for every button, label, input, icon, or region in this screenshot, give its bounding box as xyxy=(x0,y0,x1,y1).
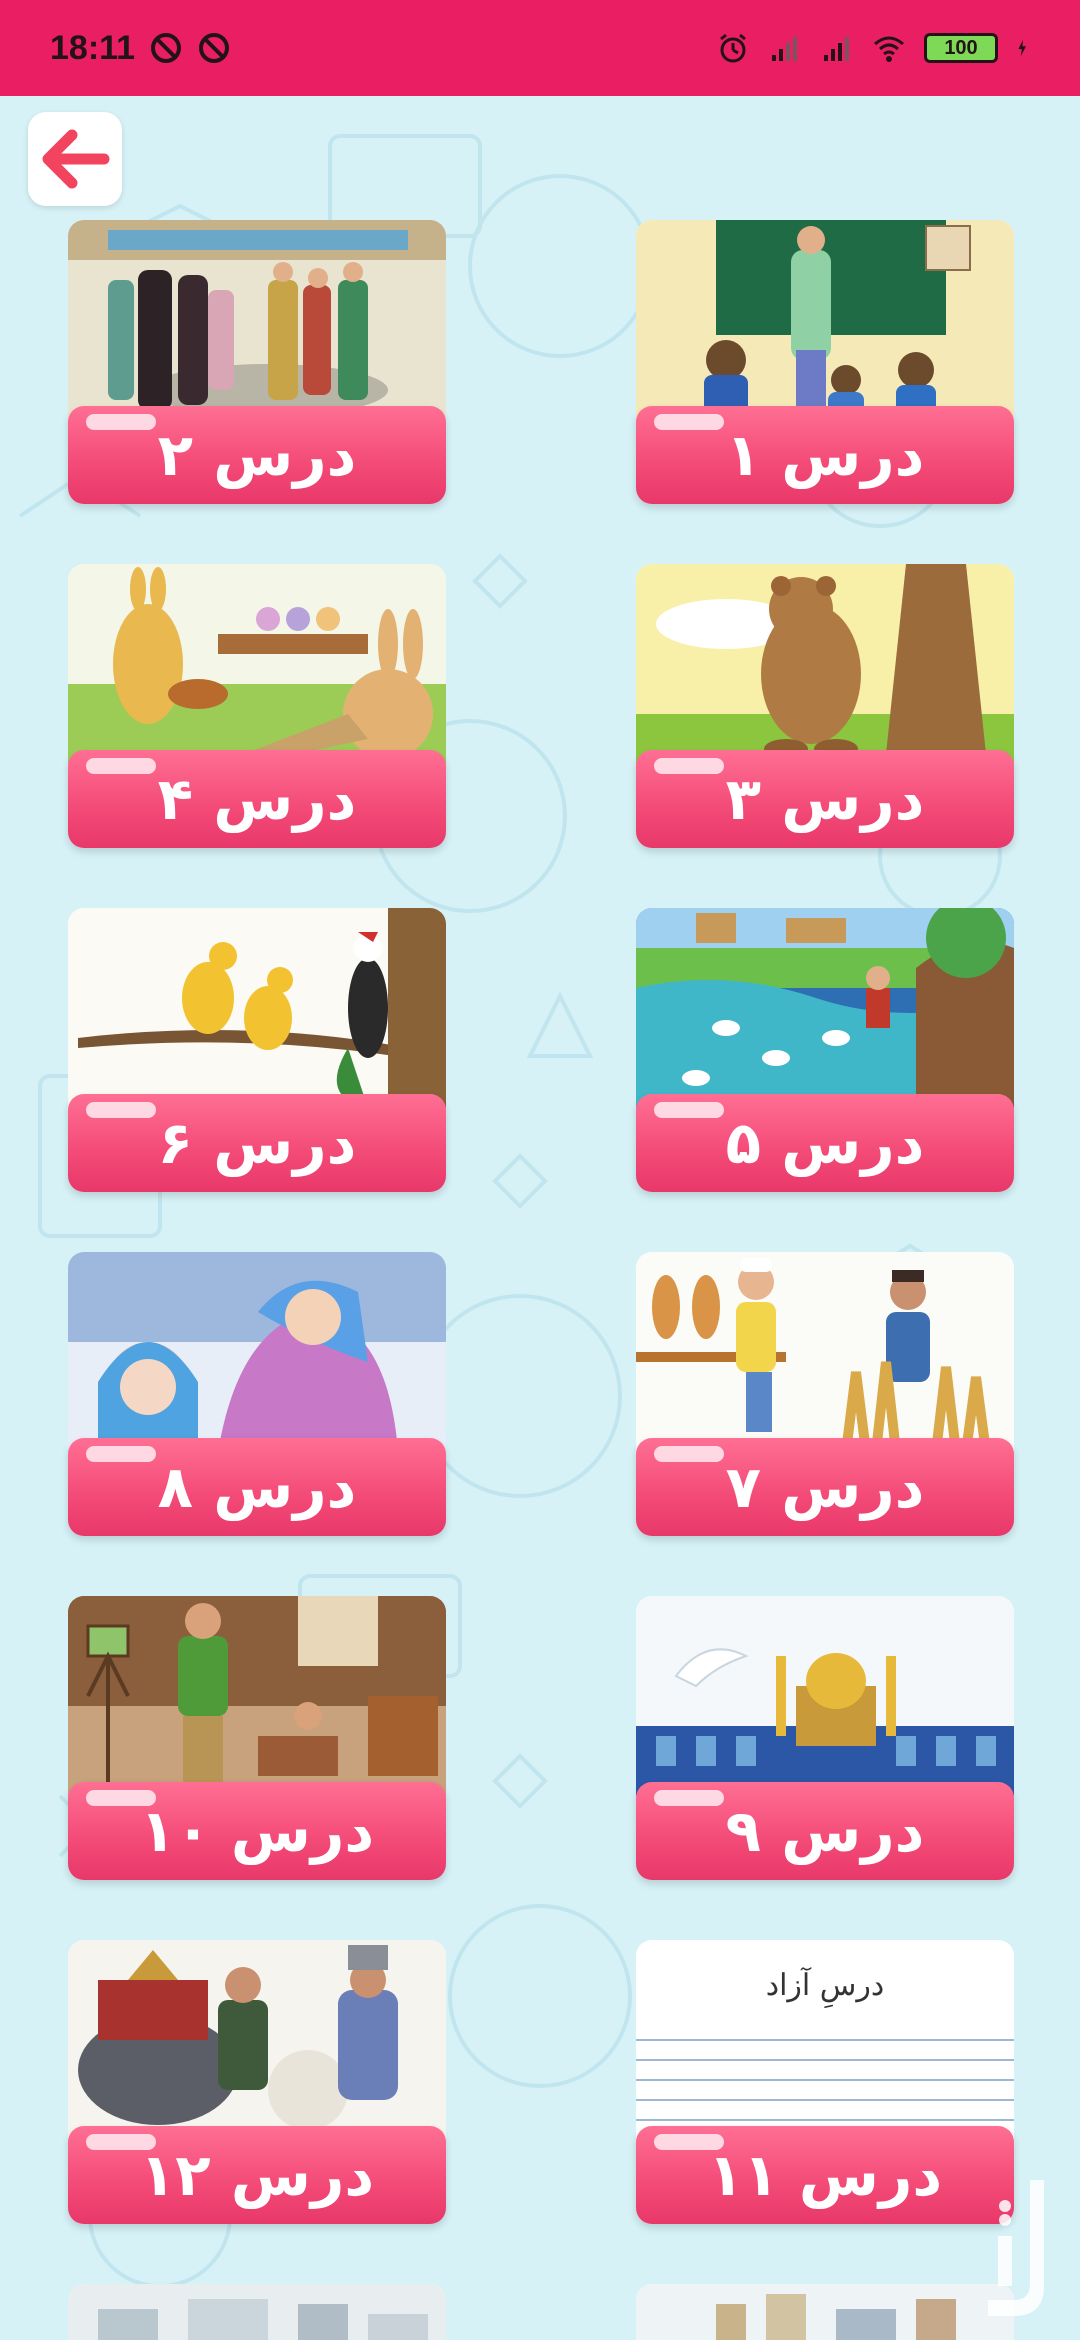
lesson-label-card: درس ۶ xyxy=(68,1094,446,1192)
lesson-card-1[interactable]: درس ۱ xyxy=(636,220,1014,508)
lesson-image xyxy=(68,2284,446,2340)
wifi-icon xyxy=(874,36,904,62)
lesson-label: درس ۱۱ xyxy=(707,2141,943,2209)
lesson-card-2[interactable]: درس ۲ xyxy=(68,220,446,508)
lesson-image xyxy=(68,1596,446,1796)
lesson-image xyxy=(68,564,446,764)
lesson-image xyxy=(68,220,446,420)
alarm-icon xyxy=(720,33,746,63)
no-disturb-icon xyxy=(199,33,230,63)
lesson-label: درس ۸ xyxy=(157,1453,357,1521)
no-disturb-icon xyxy=(151,33,182,63)
lesson-card-3[interactable]: درس ۳ xyxy=(636,564,1014,852)
back-arrow-icon xyxy=(42,129,110,189)
lesson-label: درس ۲ xyxy=(157,421,357,489)
lesson-label-card: درس ۹ xyxy=(636,1782,1014,1880)
lesson-label: درس ۶ xyxy=(157,1109,357,1177)
lesson-label-card: درس ۳ xyxy=(636,750,1014,848)
lesson-label-card: درس ۷ xyxy=(636,1438,1014,1536)
signal-icon xyxy=(772,37,797,61)
lesson-card-6[interactable]: درس ۶ xyxy=(68,908,446,1196)
battery-icon: 100 xyxy=(924,33,998,63)
lesson-card-9[interactable]: درس ۹ xyxy=(636,1596,1014,1884)
lesson-card-partial[interactable] xyxy=(636,2284,1014,2340)
lesson-label-card: درس ۱۲ xyxy=(68,2126,446,2224)
lesson-card-12[interactable]: درس ۱۲ xyxy=(68,1940,446,2228)
free-lesson-title: درسِ آزاد xyxy=(766,1966,885,2009)
lesson-card-partial[interactable] xyxy=(68,2284,446,2340)
lesson-label-card: درس ۴ xyxy=(68,750,446,848)
lesson-card-10[interactable]: درس ۱۰ xyxy=(68,1596,446,1884)
lesson-image xyxy=(636,1252,1014,1452)
lesson-label: درس ۵ xyxy=(725,1109,925,1177)
lesson-label: درس ۳ xyxy=(725,765,925,833)
lesson-label: درس ۴ xyxy=(157,765,357,833)
status-bar: 18:11 100 xyxy=(0,0,1080,96)
lesson-image xyxy=(636,220,1014,420)
lesson-card-7[interactable]: درس ۷ xyxy=(636,1252,1014,1540)
lesson-card-4[interactable]: درس ۴ xyxy=(68,564,446,852)
lesson-label-card: درس ۸ xyxy=(68,1438,446,1536)
status-right: 100 xyxy=(716,31,1036,65)
lesson-card-11[interactable]: درسِ آزاد درس ۱۱ xyxy=(636,1940,1014,2228)
store-watermark-icon xyxy=(988,2180,1044,2316)
lesson-image xyxy=(68,1252,446,1452)
lesson-image xyxy=(68,908,446,1108)
lesson-label: درس ۱ xyxy=(725,421,925,489)
lesson-image xyxy=(636,2284,1014,2340)
lesson-label-card: درس ۱۱ xyxy=(636,2126,1014,2224)
lesson-image xyxy=(636,908,1014,1108)
lesson-card-5[interactable]: درس ۵ xyxy=(636,908,1014,1196)
back-button[interactable] xyxy=(28,112,122,206)
lesson-image xyxy=(636,564,1014,764)
lesson-label: درس ۷ xyxy=(725,1453,925,1521)
lesson-label-card: درس ۲ xyxy=(68,406,446,504)
lesson-label: درس ۱۰ xyxy=(139,1797,375,1865)
lesson-image xyxy=(68,1940,446,2140)
charging-icon xyxy=(1018,39,1026,57)
lesson-label-card: درس ۱۰ xyxy=(68,1782,446,1880)
signal-icon xyxy=(824,37,849,61)
lesson-label-card: درس ۵ xyxy=(636,1094,1014,1192)
lesson-label-card: درس ۱ xyxy=(636,406,1014,504)
lesson-card-8[interactable]: درس ۸ xyxy=(68,1252,446,1540)
lesson-image xyxy=(636,1596,1014,1796)
status-time: 18:11 xyxy=(50,28,136,67)
lesson-label: درس ۹ xyxy=(725,1797,925,1865)
lesson-label: درس ۱۲ xyxy=(139,2141,375,2209)
status-left: 18:11 xyxy=(50,29,231,68)
lesson-image: درسِ آزاد xyxy=(636,1940,1014,2140)
